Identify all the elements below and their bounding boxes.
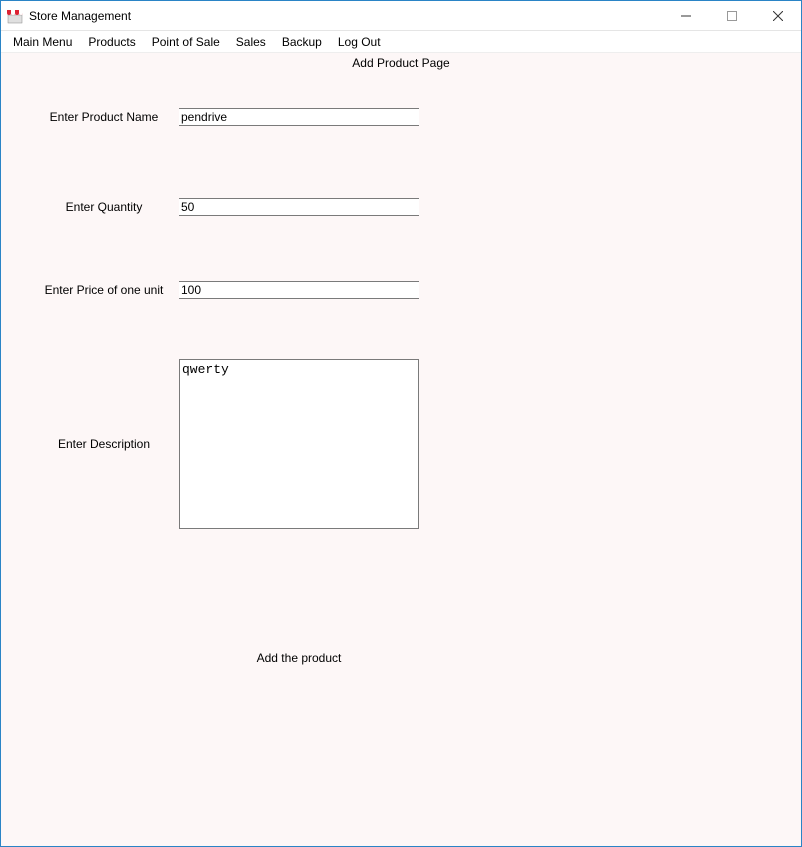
input-product-name[interactable] [179,108,419,126]
client-area: Add Product Page Enter Product Name Ente… [1,53,801,846]
window-controls [663,1,801,30]
menu-sales[interactable]: Sales [228,33,274,51]
title-bar: Store Management [1,1,801,31]
row-description: Enter Description [29,359,419,529]
window-title: Store Management [29,9,131,23]
row-price: Enter Price of one unit [29,281,419,299]
menu-products[interactable]: Products [80,33,143,51]
input-description[interactable] [179,359,419,529]
menu-main-menu[interactable]: Main Menu [5,33,80,51]
label-description: Enter Description [29,359,179,451]
menu-point-of-sale[interactable]: Point of Sale [144,33,228,51]
page-title: Add Product Page [1,56,801,70]
label-product-name: Enter Product Name [29,110,179,124]
input-quantity[interactable] [179,198,419,216]
minimize-button[interactable] [663,1,709,30]
row-quantity: Enter Quantity [29,198,419,216]
add-product-button[interactable]: Add the product [249,647,349,669]
label-price: Enter Price of one unit [29,283,179,297]
row-product-name: Enter Product Name [29,108,419,126]
input-price[interactable] [179,281,419,299]
menu-log-out[interactable]: Log Out [330,33,389,51]
menu-bar: Main Menu Products Point of Sale Sales B… [1,31,801,53]
maximize-button[interactable] [709,1,755,30]
menu-backup[interactable]: Backup [274,33,330,51]
store-awning-icon [7,8,23,24]
close-button[interactable] [755,1,801,30]
label-quantity: Enter Quantity [29,200,179,214]
